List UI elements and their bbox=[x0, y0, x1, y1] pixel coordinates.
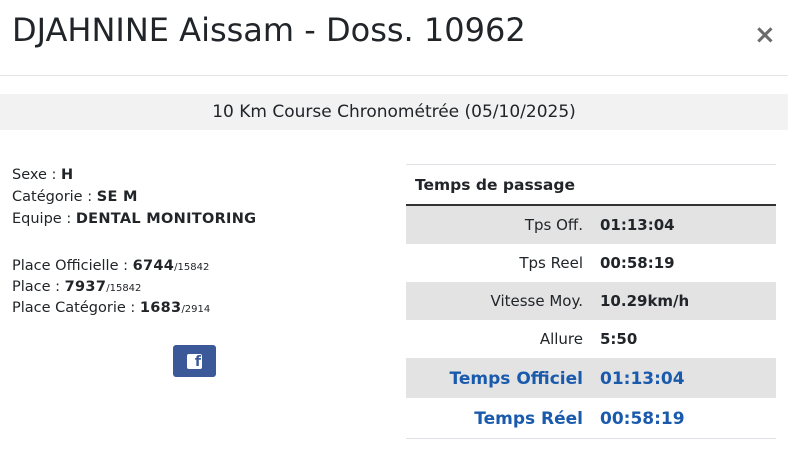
place-line: Place : 7937/15842 bbox=[12, 277, 141, 299]
row-value: 01:13:04 bbox=[600, 216, 675, 234]
equipe-label: Equipe : bbox=[12, 211, 76, 227]
table-row-real-time: Temps Réel 00:58:19 bbox=[406, 398, 776, 438]
place-value: 7937 bbox=[64, 279, 107, 295]
table-row: Vitesse Moy. 10.29km/h bbox=[406, 282, 776, 320]
sexe-label: Sexe : bbox=[12, 167, 62, 183]
place-categorie-label: Place Catégorie : bbox=[12, 300, 140, 316]
table-row: Tps Reel 00:58:19 bbox=[406, 244, 776, 282]
place-categorie-total: /2914 bbox=[181, 304, 211, 315]
event-name: 10 Km Course Chronométrée (05/10/2025) bbox=[0, 94, 788, 130]
row-value: 5:50 bbox=[600, 330, 638, 348]
place-label: Place : bbox=[12, 279, 65, 295]
place-officielle-label: Place Officielle : bbox=[12, 258, 133, 274]
close-icon[interactable]: × bbox=[754, 22, 776, 48]
row-value: 10.29km/h bbox=[600, 292, 690, 310]
table-row: Tps Off. 01:13:04 bbox=[406, 206, 776, 244]
place-total: /15842 bbox=[106, 283, 142, 294]
table-row-official-time: Temps Officiel 01:13:04 bbox=[406, 358, 776, 398]
row-label: Tps Off. bbox=[524, 216, 583, 234]
categorie-value: SE M bbox=[96, 189, 138, 205]
row-label: Allure bbox=[539, 330, 583, 348]
equipe-value: DENTAL MONITORING bbox=[75, 211, 257, 227]
row-value: 00:58:19 bbox=[600, 254, 675, 272]
sexe-value: H bbox=[61, 167, 74, 183]
row-label: Vitesse Moy. bbox=[490, 292, 583, 310]
place-categorie-value: 1683 bbox=[139, 300, 182, 316]
facebook-icon: f bbox=[187, 354, 202, 369]
place-officielle-line: Place Officielle : 6744/15842 bbox=[12, 256, 209, 278]
row-label: Tps Reel bbox=[519, 254, 583, 272]
row-label: Temps Réel bbox=[474, 409, 583, 429]
place-officielle-total: /15842 bbox=[174, 262, 210, 273]
table-row: Allure 5:50 bbox=[406, 320, 776, 358]
modal-header: DJAHNINE Aissam - Doss. 10962 × bbox=[0, 0, 788, 76]
equipe-line: Equipe : DENTAL MONITORING bbox=[12, 209, 256, 229]
sexe-line: Sexe : H bbox=[12, 165, 73, 185]
categorie-label: Catégorie : bbox=[12, 189, 97, 205]
place-categorie-line: Place Catégorie : 1683/2914 bbox=[12, 298, 210, 320]
row-label: Temps Officiel bbox=[449, 369, 583, 389]
splits-table: Temps de passage Tps Off. 01:13:04 Tps R… bbox=[406, 164, 776, 439]
page-title: DJAHNINE Aissam - Doss. 10962 bbox=[12, 11, 526, 49]
categorie-line: Catégorie : SE M bbox=[12, 187, 138, 207]
table-header: Temps de passage bbox=[406, 165, 776, 206]
row-value: 01:13:04 bbox=[600, 369, 685, 389]
row-value: 00:58:19 bbox=[600, 409, 685, 429]
table-bottom-divider bbox=[406, 438, 776, 439]
facebook-share-button[interactable]: f bbox=[173, 345, 216, 377]
place-officielle-value: 6744 bbox=[132, 258, 175, 274]
